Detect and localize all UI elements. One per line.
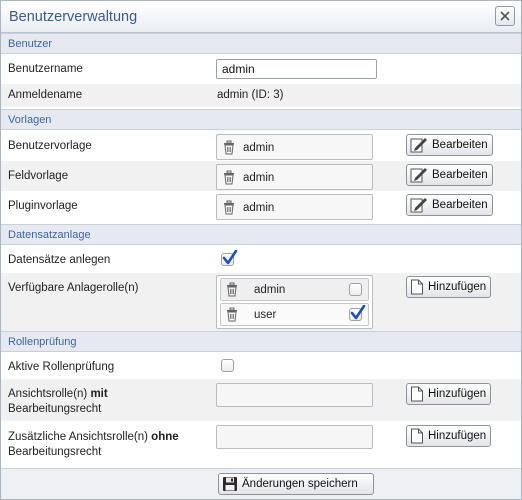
template-label: Feldvorlage — [8, 170, 69, 182]
edit-icon — [410, 168, 427, 183]
add-extra-view-role-button[interactable]: Hinzufügen — [406, 425, 492, 447]
document-icon — [411, 279, 423, 295]
trash-icon[interactable] — [225, 282, 239, 297]
checkmark-icon — [222, 250, 238, 265]
trash-icon[interactable] — [222, 200, 236, 215]
template-row: Feldvorlage admin Bearbeiten — [1, 161, 521, 191]
template-value: admin — [243, 172, 275, 184]
edit-button-label: Bearbeiten — [432, 169, 488, 181]
role-name: user — [254, 309, 277, 321]
extra-view-roles-row: Zusätzliche Ansichtsrolle(n) ohne Bearbei… — [1, 421, 521, 466]
username-input[interactable] — [216, 59, 377, 79]
role-admin-checkbox[interactable] — [349, 283, 362, 296]
document-icon — [411, 428, 423, 444]
active-role-check-row: Aktive Rollenprüfung — [1, 353, 521, 379]
template-chip[interactable]: admin — [216, 194, 373, 220]
edit-button[interactable]: Bearbeiten — [406, 134, 493, 156]
edit-icon — [410, 138, 427, 153]
add-role-button-label: Hinzufügen — [428, 281, 487, 293]
dialog-title: Benutzerverwaltung — [9, 9, 138, 25]
edit-button-label: Bearbeiten — [432, 199, 488, 211]
username-row: Benutzername — [1, 55, 521, 84]
trash-icon[interactable] — [222, 140, 236, 155]
template-label: Benutzervorlage — [8, 140, 92, 152]
close-button[interactable] — [495, 6, 515, 26]
edit-button[interactable]: Bearbeiten — [406, 194, 493, 216]
add-view-role-button-label: Hinzufügen — [428, 388, 487, 400]
section-header-rollenpruefung: Rollenprüfung — [1, 331, 521, 352]
role-user-checkbox[interactable] — [349, 305, 366, 321]
username-label: Benutzername — [8, 63, 83, 75]
template-chip[interactable]: admin — [216, 134, 373, 160]
template-chip[interactable]: admin — [216, 164, 373, 190]
create-records-checkbox[interactable] — [221, 250, 238, 266]
role-name: admin — [254, 284, 286, 296]
view-roles-with-edit-label: Ansichtsrolle(n) mit Bearbeitungsrecht — [8, 388, 108, 415]
edit-button-label: Bearbeiten — [432, 139, 488, 151]
trash-icon[interactable] — [225, 307, 239, 322]
save-icon — [223, 477, 237, 491]
role-item-user: user — [220, 303, 369, 326]
create-records-label: Datensätze anlegen — [8, 254, 111, 266]
login-row: Anmeldename admin (ID: 3) — [1, 84, 521, 107]
extra-view-roles-field[interactable] — [216, 425, 373, 449]
save-changes-button-label: Änderungen speichern — [242, 478, 358, 490]
available-roles-label: Verfügbare Anlagerolle(n) — [8, 282, 139, 294]
dialog-titlebar: Benutzerverwaltung — [1, 1, 521, 33]
add-role-button[interactable]: Hinzufügen — [406, 276, 492, 298]
role-item-admin: admin — [220, 278, 369, 301]
add-view-role-button[interactable]: Hinzufügen — [406, 383, 492, 405]
save-changes-button[interactable]: Änderungen speichern — [218, 473, 374, 495]
checkmark-icon — [350, 305, 366, 320]
template-row: Pluginvorlage admin Bearbeiten — [1, 191, 521, 223]
section-header-vorlagen: Vorlagen — [1, 109, 521, 130]
dialog-footer: Änderungen speichern — [1, 468, 521, 499]
user-management-dialog: Benutzerverwaltung Benutzer Benutzername… — [0, 0, 522, 500]
edit-button[interactable]: Bearbeiten — [406, 164, 493, 186]
view-roles-with-edit-field[interactable] — [216, 383, 373, 407]
view-roles-with-edit-row: Ansichtsrolle(n) mit Bearbeitungsrecht Hi… — [1, 379, 521, 421]
login-label: Anmeldename — [8, 89, 83, 101]
trash-icon[interactable] — [222, 170, 236, 185]
active-role-check-checkbox[interactable] — [221, 359, 234, 372]
extra-view-roles-label: Zusätzliche Ansichtsrolle(n) ohne Bearbei… — [8, 431, 179, 458]
template-label: Pluginvorlage — [8, 200, 78, 212]
template-value: admin — [243, 202, 275, 214]
section-header-datensatzanlage: Datensatzanlage — [1, 224, 521, 245]
active-role-check-label: Aktive Rollenprüfung — [8, 361, 115, 373]
section-header-benutzer: Benutzer — [1, 33, 521, 54]
role-list: admin user — [216, 275, 373, 329]
create-records-row: Datensätze anlegen — [1, 246, 521, 273]
login-value: admin (ID: 3) — [217, 89, 284, 101]
template-row: Benutzervorlage admin Bearbeiten — [1, 131, 521, 161]
edit-icon — [410, 198, 427, 213]
template-value: admin — [243, 142, 275, 154]
document-icon — [411, 386, 423, 402]
close-icon — [500, 11, 510, 21]
add-extra-view-role-button-label: Hinzufügen — [428, 430, 487, 442]
